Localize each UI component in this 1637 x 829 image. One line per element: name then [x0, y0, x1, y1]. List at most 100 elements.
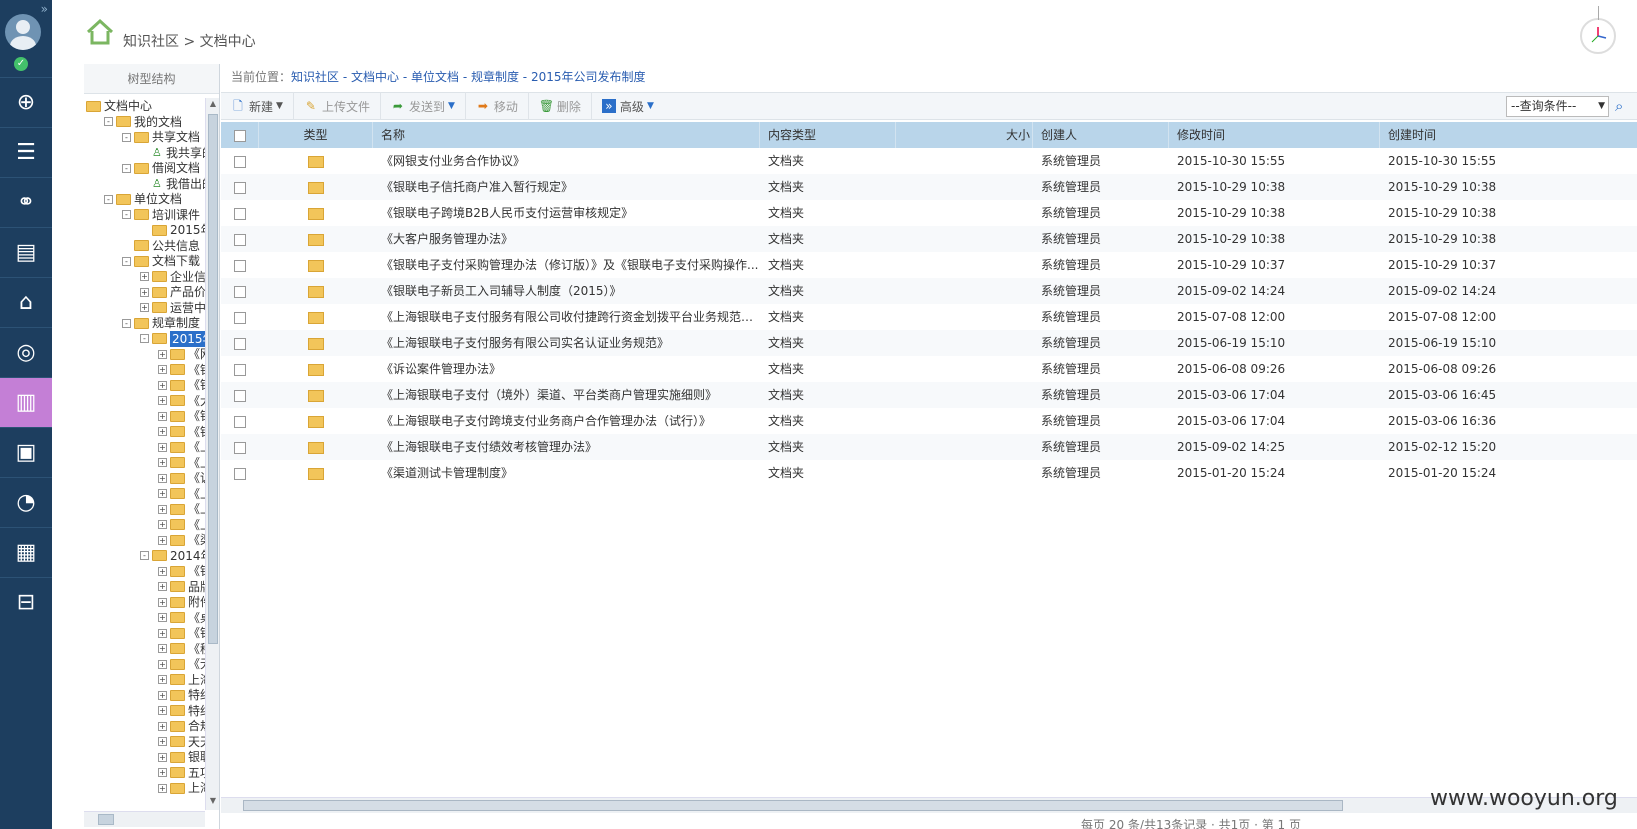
tree-node[interactable]: - 规章制度	[122, 315, 200, 331]
expand-icon[interactable]: +	[158, 737, 167, 746]
tree-node[interactable]: + 《银	[158, 362, 206, 378]
expand-icon[interactable]: +	[158, 380, 167, 390]
row-checkbox[interactable]	[234, 467, 246, 480]
nav-target-icon[interactable]: ◎	[0, 327, 52, 377]
table-row[interactable]: 《渠道测试卡管理制度》 文档夹 系统管理员 2015-01-20 15:24 2015-…	[221, 460, 1637, 486]
tree-node-label[interactable]: 《上	[188, 486, 206, 502]
tree-node-label[interactable]: 《上	[188, 439, 206, 455]
tree-node-label[interactable]: 企业信息	[170, 269, 206, 285]
upload-button[interactable]: ✎ 上传文件	[294, 92, 381, 120]
collapse-icon[interactable]: -	[122, 132, 131, 142]
tree-node-label[interactable]: 2014年	[170, 548, 206, 564]
expand-icon[interactable]: +	[158, 706, 167, 715]
tree-node[interactable]: - 共享文档	[122, 129, 200, 145]
move-button[interactable]: ➡ 移动	[466, 92, 529, 120]
tree-node[interactable]: + 五项	[158, 765, 206, 781]
scroll-up-icon[interactable]: ▲	[207, 99, 219, 111]
tree-node-label[interactable]: 文档中心	[104, 98, 152, 114]
tree-node[interactable]: + 《上	[158, 501, 206, 517]
row-name-cell[interactable]: 《上海银联电子支付绩效考核管理办法》	[373, 434, 760, 460]
tree-node-label[interactable]: 运营中心	[170, 300, 206, 316]
tree-node-label[interactable]: 《无	[188, 656, 206, 672]
tree-node[interactable]: + 上海	[158, 672, 206, 688]
table-row[interactable]: 《大客户服务管理办法》 文档夹 系统管理员 2015-10-29 10:38 2015-…	[221, 226, 1637, 252]
tree-node-label[interactable]: 《上	[188, 455, 206, 471]
row-name-cell[interactable]: 《上海银联电子支付（境外）渠道、平台类商户管理实施细则》	[373, 382, 760, 408]
tree-node-label[interactable]: 《渠	[188, 532, 206, 548]
tree-node[interactable]: ♙ 我共享的	[140, 145, 206, 161]
tree-node[interactable]: - 我的文档	[104, 114, 182, 130]
tree-node-label[interactable]: 《移	[188, 641, 206, 657]
tree-node[interactable]: + 《上	[158, 439, 206, 455]
tree-node[interactable]: + 《银	[158, 625, 206, 641]
row-checkbox[interactable]	[234, 311, 246, 324]
expand-icon[interactable]: +	[158, 783, 167, 793]
tree-node-label[interactable]: 《诉	[188, 470, 206, 486]
tree-node-label[interactable]: 我共享的	[166, 145, 206, 161]
nav-home-chart-icon[interactable]: ⌂	[0, 277, 52, 327]
tree-node[interactable]: + 附件	[158, 594, 206, 610]
new-button[interactable]: 🗋 新建 ▼	[221, 92, 294, 120]
collapse-icon[interactable]: »	[41, 2, 48, 16]
expand-icon[interactable]: +	[158, 644, 167, 653]
row-name-cell[interactable]: 《渠道测试卡管理制度》	[373, 460, 760, 486]
row-checkbox[interactable]	[234, 207, 246, 220]
tree-node[interactable]: + 《上	[158, 455, 206, 471]
tree-node[interactable]: + 天天	[158, 734, 206, 750]
expand-icon[interactable]: +	[158, 628, 167, 638]
row-name-cell[interactable]: 《大客户服务管理办法》	[373, 226, 760, 252]
tree-node[interactable]: + 上海	[158, 780, 206, 796]
nav-share-icon[interactable]: ⚭	[0, 177, 52, 227]
tree-node-label[interactable]: 我借出的	[166, 176, 206, 192]
tree-node-label[interactable]: 公共信息	[152, 238, 200, 254]
nav-stack-icon[interactable]: ☰	[0, 127, 52, 177]
expand-icon[interactable]: +	[158, 582, 167, 591]
tree-node[interactable]: + 《无	[158, 656, 206, 672]
tree-node-label[interactable]: 《银	[188, 424, 206, 440]
row-checkbox[interactable]	[234, 441, 246, 454]
table-row[interactable]: 《银联电子新员工入司辅导人制度（2015）》 文档夹 系统管理员 2015-09-02…	[221, 278, 1637, 304]
collapse-icon[interactable]: -	[140, 334, 149, 343]
tree-node[interactable]: + 《桌	[158, 610, 206, 626]
column-type[interactable]: 类型	[259, 122, 373, 148]
tree-node-label[interactable]: 《银	[188, 625, 206, 641]
tree-node[interactable]: + 特约	[158, 687, 206, 703]
tree-node[interactable]: + 《诉	[158, 470, 206, 486]
row-name-cell[interactable]: 《上海银联电子支付服务有限公司收付捷跨行资金划拨平台业务规范V3....	[373, 304, 760, 330]
expand-icon[interactable]: +	[158, 489, 167, 498]
expand-icon[interactable]: +	[158, 690, 167, 700]
tree-node[interactable]: + 《银	[158, 377, 206, 393]
expand-icon[interactable]: +	[158, 535, 167, 545]
nav-gauge-icon[interactable]: ◔	[0, 477, 52, 527]
tree-node[interactable]: + 《移	[158, 641, 206, 657]
collapse-icon[interactable]: -	[104, 117, 113, 126]
tree-node-label[interactable]: 品牌	[188, 579, 206, 595]
select-all-checkbox[interactable]	[221, 122, 259, 148]
tree-node-label[interactable]: 《银	[188, 408, 206, 424]
table-row[interactable]: 《银联电子跨境B2B人民币支付运营审核规定》 文档夹 系统管理员 2015-10-29…	[221, 200, 1637, 226]
row-name-cell[interactable]: 《银联电子跨境B2B人民币支付运营审核规定》	[373, 200, 760, 226]
tree-node[interactable]: + 产品价格	[140, 284, 206, 300]
row-name-cell[interactable]: 《上海银联电子支付跨境支付业务商户合作管理办法（试行）》	[373, 408, 760, 434]
collapse-icon[interactable]: -	[122, 163, 131, 173]
tree-node[interactable]: - 2015年	[140, 330, 206, 347]
expand-icon[interactable]: +	[158, 365, 167, 374]
tree-node[interactable]: + 《银	[158, 563, 206, 579]
advanced-button[interactable]: » 高级 ▼	[592, 92, 664, 120]
row-checkbox[interactable]	[234, 415, 246, 428]
table-row[interactable]: 《上海银联电子支付服务有限公司收付捷跨行资金划拨平台业务规范V3.... 文档夹 系…	[221, 304, 1637, 330]
column-modified[interactable]: 修改时间	[1169, 122, 1380, 148]
tree-node[interactable]: + 《银	[158, 424, 206, 440]
tree-node-label[interactable]: 2015年	[170, 222, 206, 238]
tree-node-label[interactable]: 合规	[188, 718, 206, 734]
scroll-down-icon[interactable]: ▼	[207, 796, 219, 808]
search-icon[interactable]: ⌕	[1615, 97, 1633, 115]
row-checkbox[interactable]	[234, 233, 246, 246]
tree-node[interactable]: - 培训课件	[122, 207, 200, 223]
tree-node-label[interactable]: 天天	[188, 734, 206, 750]
table-row[interactable]: 《银联电子支付采购管理办法（修订版）》及《银联电子支付采购操作... 文档夹 系统管…	[221, 252, 1637, 278]
table-row[interactable]: 《上海银联电子支付绩效考核管理办法》 文档夹 系统管理员 2015-09-02 14:…	[221, 434, 1637, 460]
expand-icon[interactable]: +	[158, 768, 167, 777]
tree-node[interactable]: + 运营中心	[140, 300, 206, 316]
table-row[interactable]: 《网银支付业务合作协议》 文档夹 系统管理员 2015-10-30 15:55 2015…	[221, 148, 1637, 174]
